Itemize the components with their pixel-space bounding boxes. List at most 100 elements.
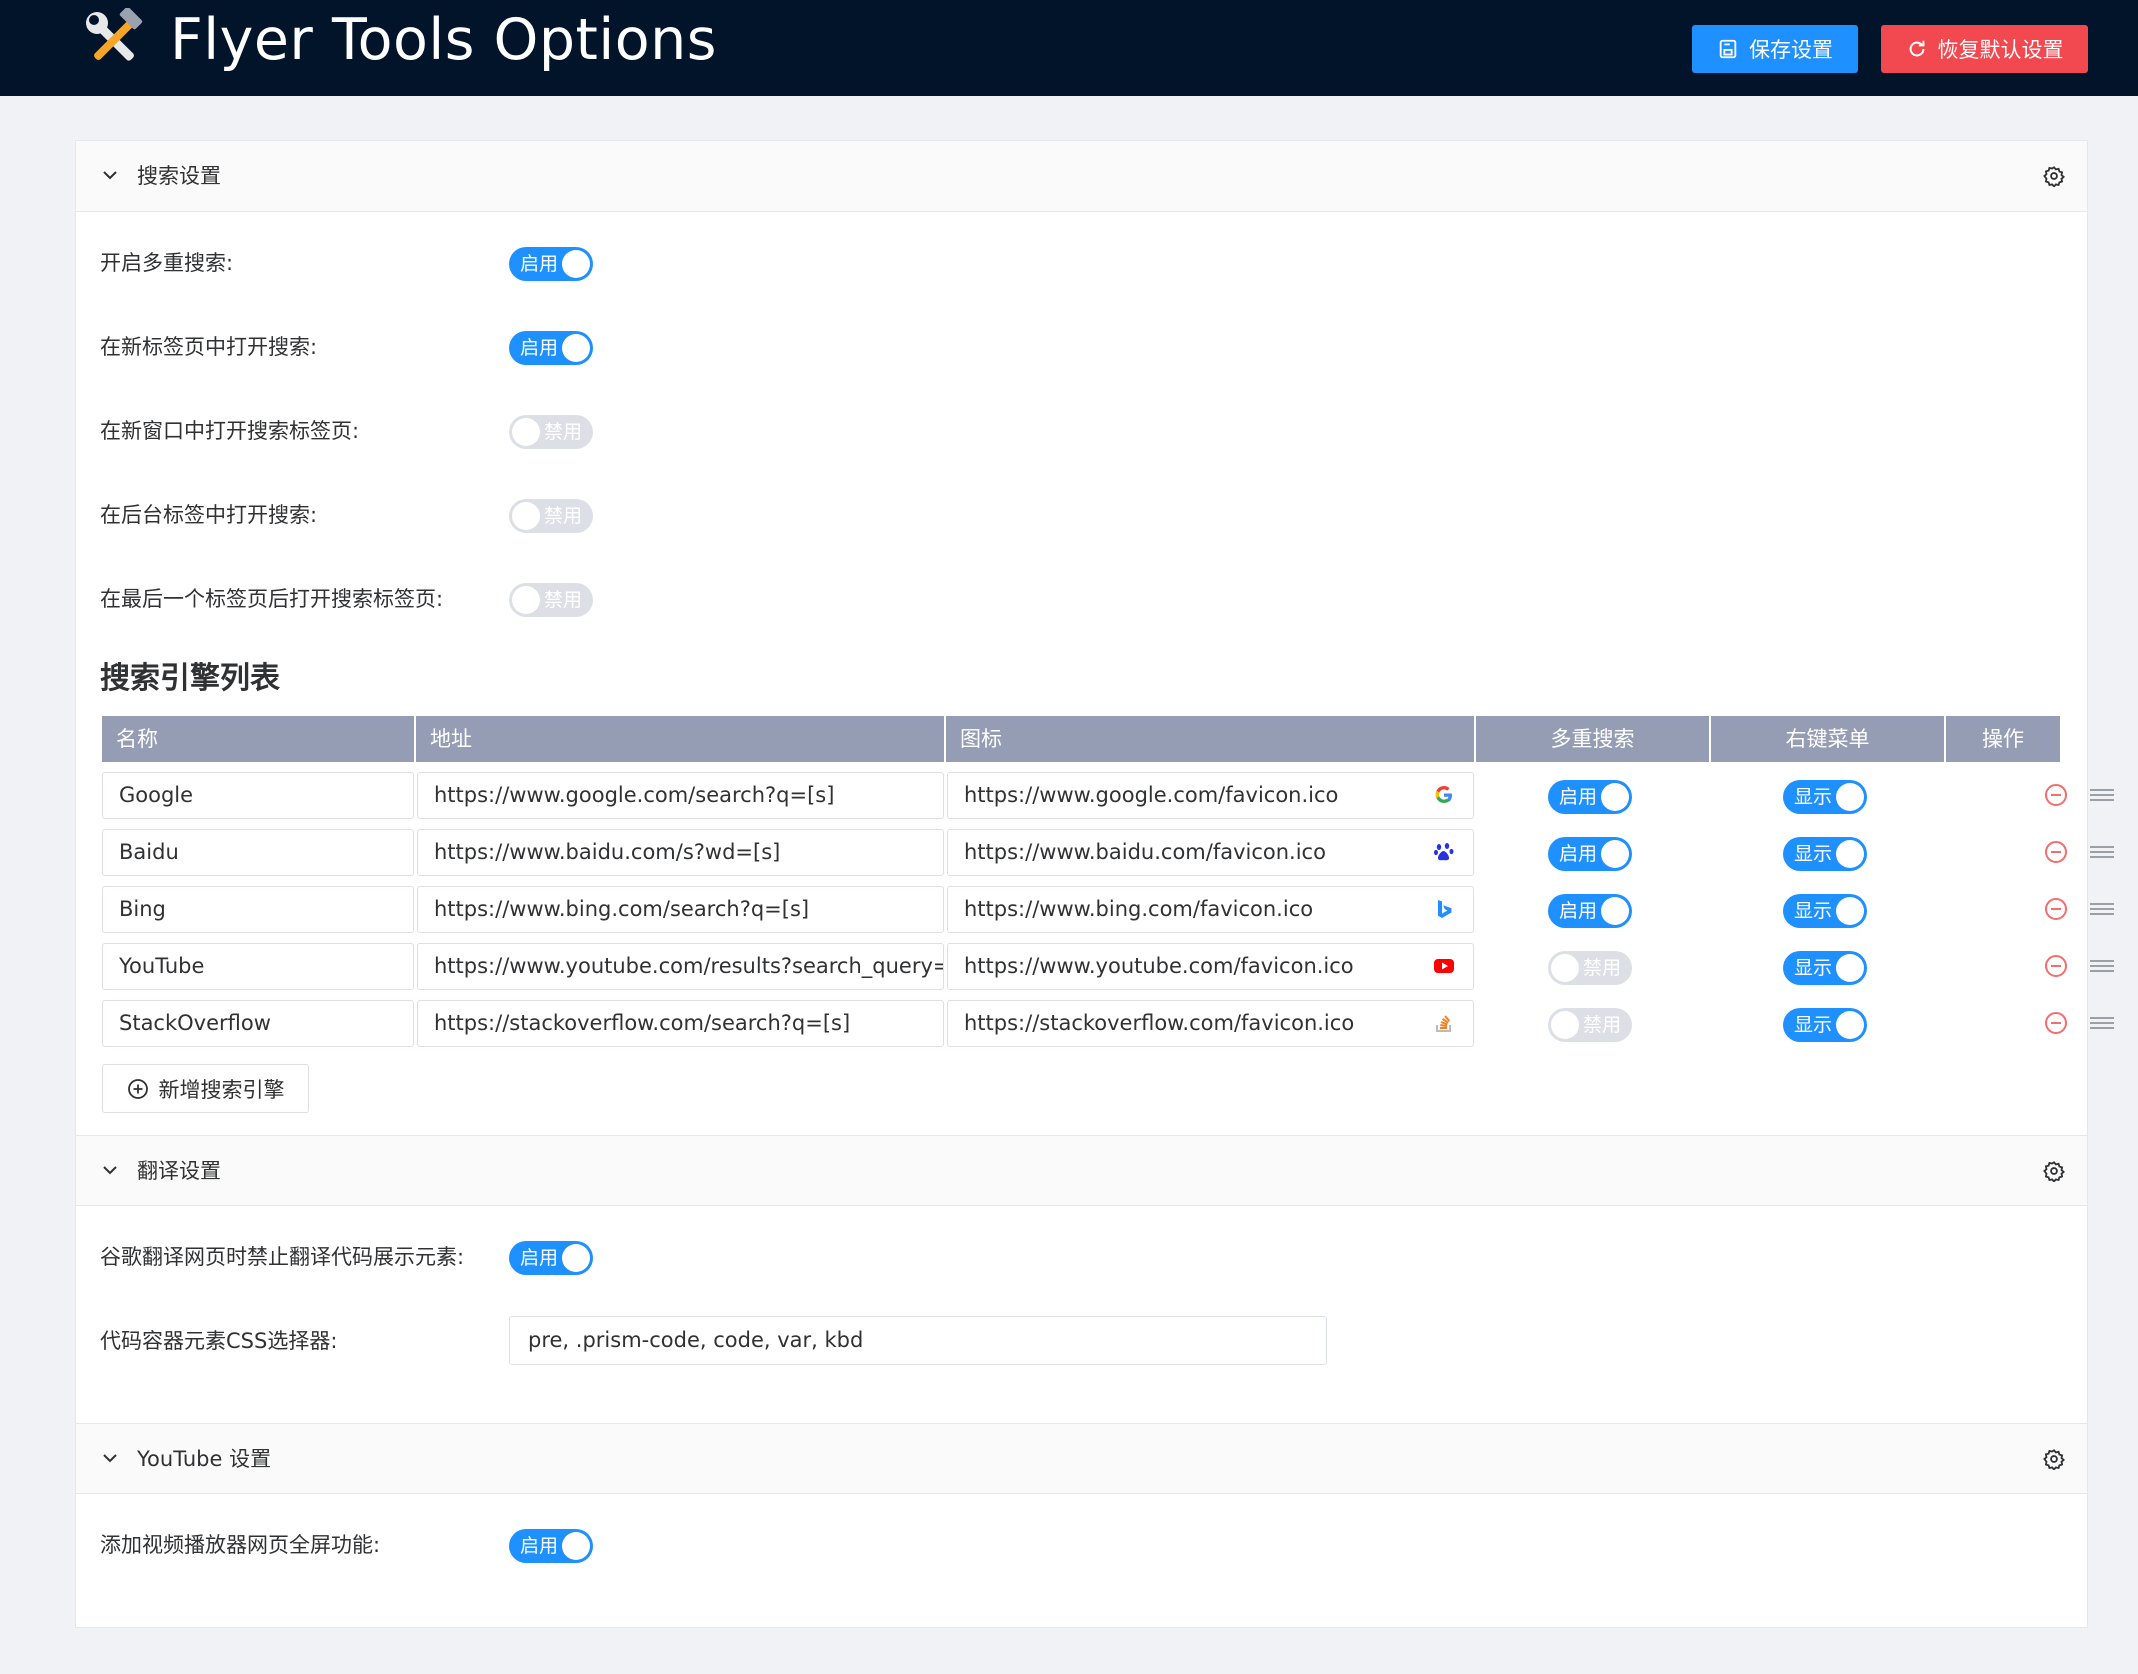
translate-settings-header[interactable]: 翻译设置 bbox=[76, 1135, 2087, 1206]
disable-code-translate-toggle[interactable]: 启用 bbox=[509, 1241, 593, 1275]
engine-icon-url: https://www.baidu.com/favicon.ico bbox=[964, 840, 1326, 864]
column-header-context-menu: 右键菜单 bbox=[1711, 716, 1946, 762]
drag-handle-icon[interactable] bbox=[2089, 787, 2115, 803]
column-header-name: 名称 bbox=[102, 716, 416, 762]
chevron-down-icon bbox=[103, 171, 117, 180]
engine-icon-input[interactable]: https://www.baidu.com/favicon.ico bbox=[947, 829, 1474, 876]
css-selector-input[interactable]: pre, .prism-code, code, var, kbd bbox=[509, 1316, 1327, 1365]
reset-defaults-label: 恢复默认设置 bbox=[1937, 38, 2064, 62]
engine-name-input[interactable]: Bing bbox=[102, 886, 414, 933]
multi-search-toggle[interactable]: 禁用 bbox=[1548, 951, 1632, 985]
toggle-knob bbox=[1836, 954, 1864, 982]
toggle-knob bbox=[1551, 1011, 1579, 1039]
remove-circle-icon[interactable] bbox=[2044, 783, 2068, 807]
toggle-text: 禁用 bbox=[1582, 957, 1621, 979]
toggle-knob bbox=[562, 1244, 590, 1272]
toggle-knob bbox=[562, 334, 590, 362]
toggle-text: 启用 bbox=[520, 1535, 559, 1557]
engine-name-input[interactable]: YouTube bbox=[102, 943, 414, 990]
youtube-settings-header[interactable]: YouTube 设置 bbox=[76, 1423, 2087, 1494]
baidu-icon bbox=[1434, 843, 1454, 861]
toggle-knob bbox=[1836, 897, 1864, 925]
toggle-text: 显示 bbox=[1794, 843, 1833, 865]
setting-label: 在新窗口中打开搜索标签页: bbox=[100, 419, 360, 443]
toggle-text: 启用 bbox=[520, 1247, 559, 1269]
engine-name-input[interactable]: Baidu bbox=[102, 829, 414, 876]
context-menu-toggle[interactable]: 显示 bbox=[1783, 780, 1867, 814]
toggle-text: 显示 bbox=[1794, 957, 1833, 979]
search-settings-header[interactable]: 搜索设置 bbox=[76, 141, 2087, 212]
multi-search-toggle[interactable]: 启用 bbox=[1548, 837, 1632, 871]
engine-name-input[interactable]: Google bbox=[102, 772, 414, 819]
engine-name-input[interactable]: StackOverflow bbox=[102, 1000, 414, 1047]
toggle-knob bbox=[1836, 840, 1864, 868]
stackoverflow-icon bbox=[1436, 1015, 1451, 1032]
engine-icon-input[interactable]: https://www.youtube.com/favicon.ico bbox=[947, 943, 1474, 990]
context-menu-toggle[interactable]: 显示 bbox=[1783, 951, 1867, 985]
toggle-text: 显示 bbox=[1794, 786, 1833, 808]
toggle-text: 禁用 bbox=[543, 421, 582, 443]
context-menu-toggle[interactable]: 显示 bbox=[1783, 837, 1867, 871]
remove-circle-icon[interactable] bbox=[2044, 1011, 2068, 1035]
drag-handle-icon[interactable] bbox=[2089, 1015, 2115, 1031]
new-window-search-toggle[interactable]: 禁用 bbox=[509, 415, 593, 449]
refresh-icon bbox=[1909, 40, 1924, 57]
multi-search-toggle[interactable]: 禁用 bbox=[1548, 1008, 1632, 1042]
toggle-text: 禁用 bbox=[543, 505, 582, 527]
engine-icon-url: https://www.youtube.com/favicon.ico bbox=[964, 954, 1354, 978]
remove-circle-icon[interactable] bbox=[2044, 954, 2068, 978]
multi-search-toggle[interactable]: 启用 bbox=[509, 247, 593, 281]
setting-label: 在最后一个标签页后打开搜索标签页: bbox=[100, 587, 444, 611]
toggle-knob bbox=[1836, 783, 1864, 811]
toggle-text: 禁用 bbox=[543, 589, 582, 611]
background-tab-search-toggle[interactable]: 禁用 bbox=[509, 499, 593, 533]
setting-label: 在新标签页中打开搜索: bbox=[100, 335, 318, 359]
remove-circle-icon[interactable] bbox=[2044, 897, 2068, 921]
toggle-text: 启用 bbox=[1559, 900, 1598, 922]
app-header: Flyer Tools Options 保存设置 恢复默认设置 bbox=[0, 0, 2138, 96]
engine-url-input[interactable]: https://www.bing.com/search?q=[s] bbox=[417, 886, 944, 933]
engine-icon-input[interactable]: https://stackoverflow.com/favicon.ico bbox=[947, 1000, 1474, 1047]
add-search-engine-button[interactable]: 新增搜索引擎 bbox=[102, 1064, 309, 1113]
engine-url-input[interactable]: https://www.google.com/search?q=[s] bbox=[417, 772, 944, 819]
bing-icon bbox=[1438, 900, 1452, 918]
toggle-knob bbox=[1601, 783, 1629, 811]
setting-label: 添加视频播放器网页全屏功能: bbox=[100, 1533, 381, 1557]
gear-icon[interactable] bbox=[2043, 165, 2065, 187]
toggle-text: 禁用 bbox=[1582, 1014, 1621, 1036]
engine-url-input[interactable]: https://www.youtube.com/results?search_q… bbox=[417, 943, 944, 990]
search-settings-title: 搜索设置 bbox=[137, 164, 221, 188]
remove-circle-icon[interactable] bbox=[2044, 840, 2068, 864]
engine-url-input[interactable]: https://stackoverflow.com/search?q=[s] bbox=[417, 1000, 944, 1047]
toggle-text: 显示 bbox=[1794, 1014, 1833, 1036]
toggle-knob bbox=[1551, 954, 1579, 982]
toggle-text: 启用 bbox=[520, 337, 559, 359]
drag-handle-icon[interactable] bbox=[2089, 901, 2115, 917]
drag-handle-icon[interactable] bbox=[2089, 958, 2115, 974]
toggle-knob bbox=[562, 1532, 590, 1560]
toggle-text: 启用 bbox=[1559, 843, 1598, 865]
multi-search-toggle[interactable]: 启用 bbox=[1548, 894, 1632, 928]
toggle-text: 启用 bbox=[520, 253, 559, 275]
new-tab-search-toggle[interactable]: 启用 bbox=[509, 331, 593, 365]
save-settings-button[interactable]: 保存设置 bbox=[1692, 25, 1858, 73]
gear-icon[interactable] bbox=[2043, 1160, 2065, 1182]
google-icon bbox=[1435, 786, 1452, 803]
save-icon bbox=[1719, 39, 1737, 59]
drag-handle-icon[interactable] bbox=[2089, 844, 2115, 860]
engine-icon-input[interactable]: https://www.bing.com/favicon.ico bbox=[947, 886, 1474, 933]
chevron-down-icon bbox=[103, 1454, 117, 1463]
engine-icon-input[interactable]: https://www.google.com/favicon.ico bbox=[947, 772, 1474, 819]
multi-search-toggle[interactable]: 启用 bbox=[1548, 780, 1632, 814]
setting-label: 谷歌翻译网页时禁止翻译代码展示元素: bbox=[100, 1245, 465, 1269]
web-fullscreen-toggle[interactable]: 启用 bbox=[509, 1529, 593, 1563]
reset-defaults-button[interactable]: 恢复默认设置 bbox=[1881, 25, 2088, 73]
engine-icon-url: https://www.bing.com/favicon.ico bbox=[964, 897, 1314, 921]
engine-url-input[interactable]: https://www.baidu.com/s?wd=[s] bbox=[417, 829, 944, 876]
toggle-knob bbox=[1601, 897, 1629, 925]
context-menu-toggle[interactable]: 显示 bbox=[1783, 894, 1867, 928]
after-last-tab-toggle[interactable]: 禁用 bbox=[509, 583, 593, 617]
setting-label: 代码容器元素CSS选择器: bbox=[100, 1329, 338, 1353]
context-menu-toggle[interactable]: 显示 bbox=[1783, 1008, 1867, 1042]
gear-icon[interactable] bbox=[2043, 1448, 2065, 1470]
